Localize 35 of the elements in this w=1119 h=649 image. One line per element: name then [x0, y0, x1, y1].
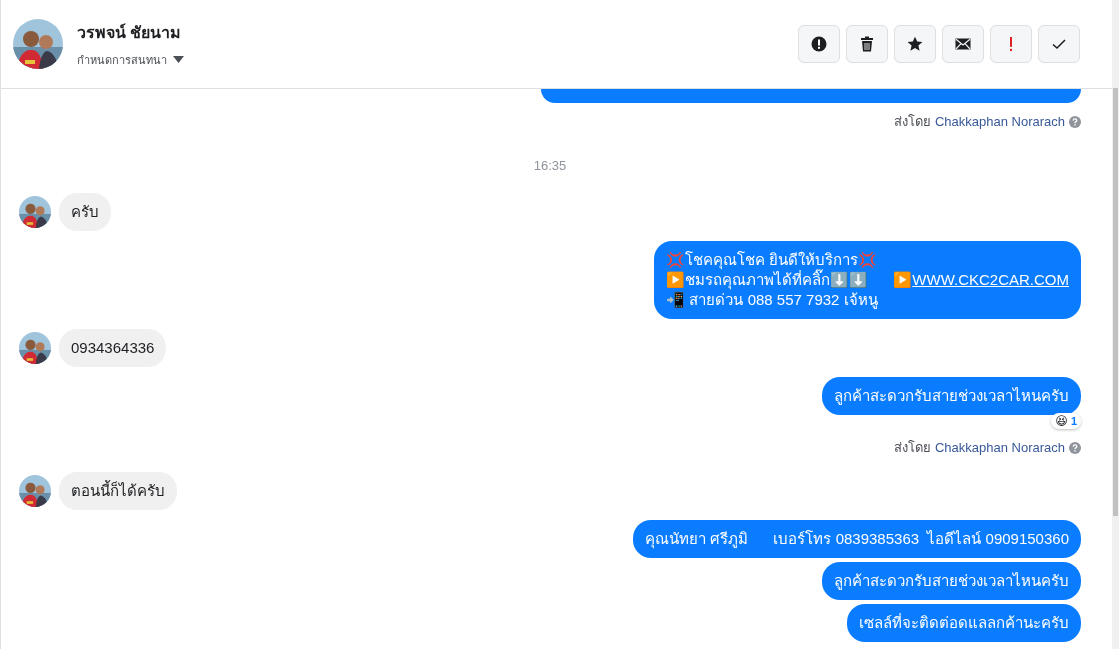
- sent-by-label: ส่งโดย: [893, 113, 931, 131]
- alert-icon: [811, 36, 827, 52]
- star-button[interactable]: [894, 25, 936, 63]
- envelope-icon: [955, 36, 971, 52]
- message-text: ลูกค้าสะดวกรับสายช่วงเวลาไหนครับ: [834, 387, 1069, 404]
- message-text: เซลล์ที่จะติดต่อดแลลกค้านะครับ: [859, 614, 1069, 631]
- website-link[interactable]: WWW.CKC2CAR.COM: [912, 271, 1069, 288]
- sent-by-label: ส่งโดย: [893, 439, 931, 457]
- scrollbar-thumb[interactable]: [1113, 88, 1118, 516]
- help-icon[interactable]: [1069, 115, 1081, 128]
- laughing-emoji-icon: 😆: [1055, 414, 1068, 428]
- message-text: คุณนัทยา ศรีภูมิ เบอร์โทร 0839385363 ไอดีไลน์ 0909150360: [645, 530, 1069, 547]
- trash-icon: [859, 36, 875, 52]
- checkmark-button[interactable]: [1038, 25, 1080, 63]
- conversation-settings-dropdown[interactable]: กำหนดการสนทนา: [77, 50, 184, 69]
- message-text: 0934364336: [71, 339, 155, 356]
- message-text: ครับ: [71, 203, 99, 220]
- help-icon[interactable]: [1069, 441, 1081, 454]
- star-icon: [907, 36, 923, 52]
- checkmark-icon: [1051, 36, 1067, 52]
- message-text: ▶ชมรถคุณภาพได้ที่คลิ๊ก⬇⬇ ▶: [666, 271, 913, 288]
- sender-name: Chakkaphan Norarach: [934, 440, 1065, 455]
- reaction-badge[interactable]: 😆 1: [1051, 413, 1081, 429]
- envelope-button[interactable]: [942, 25, 984, 63]
- message-text: ลูกค้าสะดวกรับสายช่วงเวลาไหนครับ: [834, 572, 1069, 589]
- message-text: 📲 สายด่วน 088 557 7932 เจ้หนู: [666, 291, 878, 308]
- message-text: 💢โชคคุณโชค ยินดีให้บริการ💢: [666, 251, 878, 268]
- message-text: ตอนนี้ก็ได้ครับ: [71, 482, 165, 499]
- reaction-count: 1: [1070, 415, 1077, 427]
- caret-icon: [173, 56, 184, 63]
- contact-name: วรพจน์ ชัยนาม: [77, 22, 183, 43]
- timestamp: 16:35: [533, 158, 567, 173]
- alert-button[interactable]: [798, 25, 840, 63]
- trash-button[interactable]: [846, 25, 888, 63]
- sender-name: Chakkaphan Norarach: [934, 114, 1065, 129]
